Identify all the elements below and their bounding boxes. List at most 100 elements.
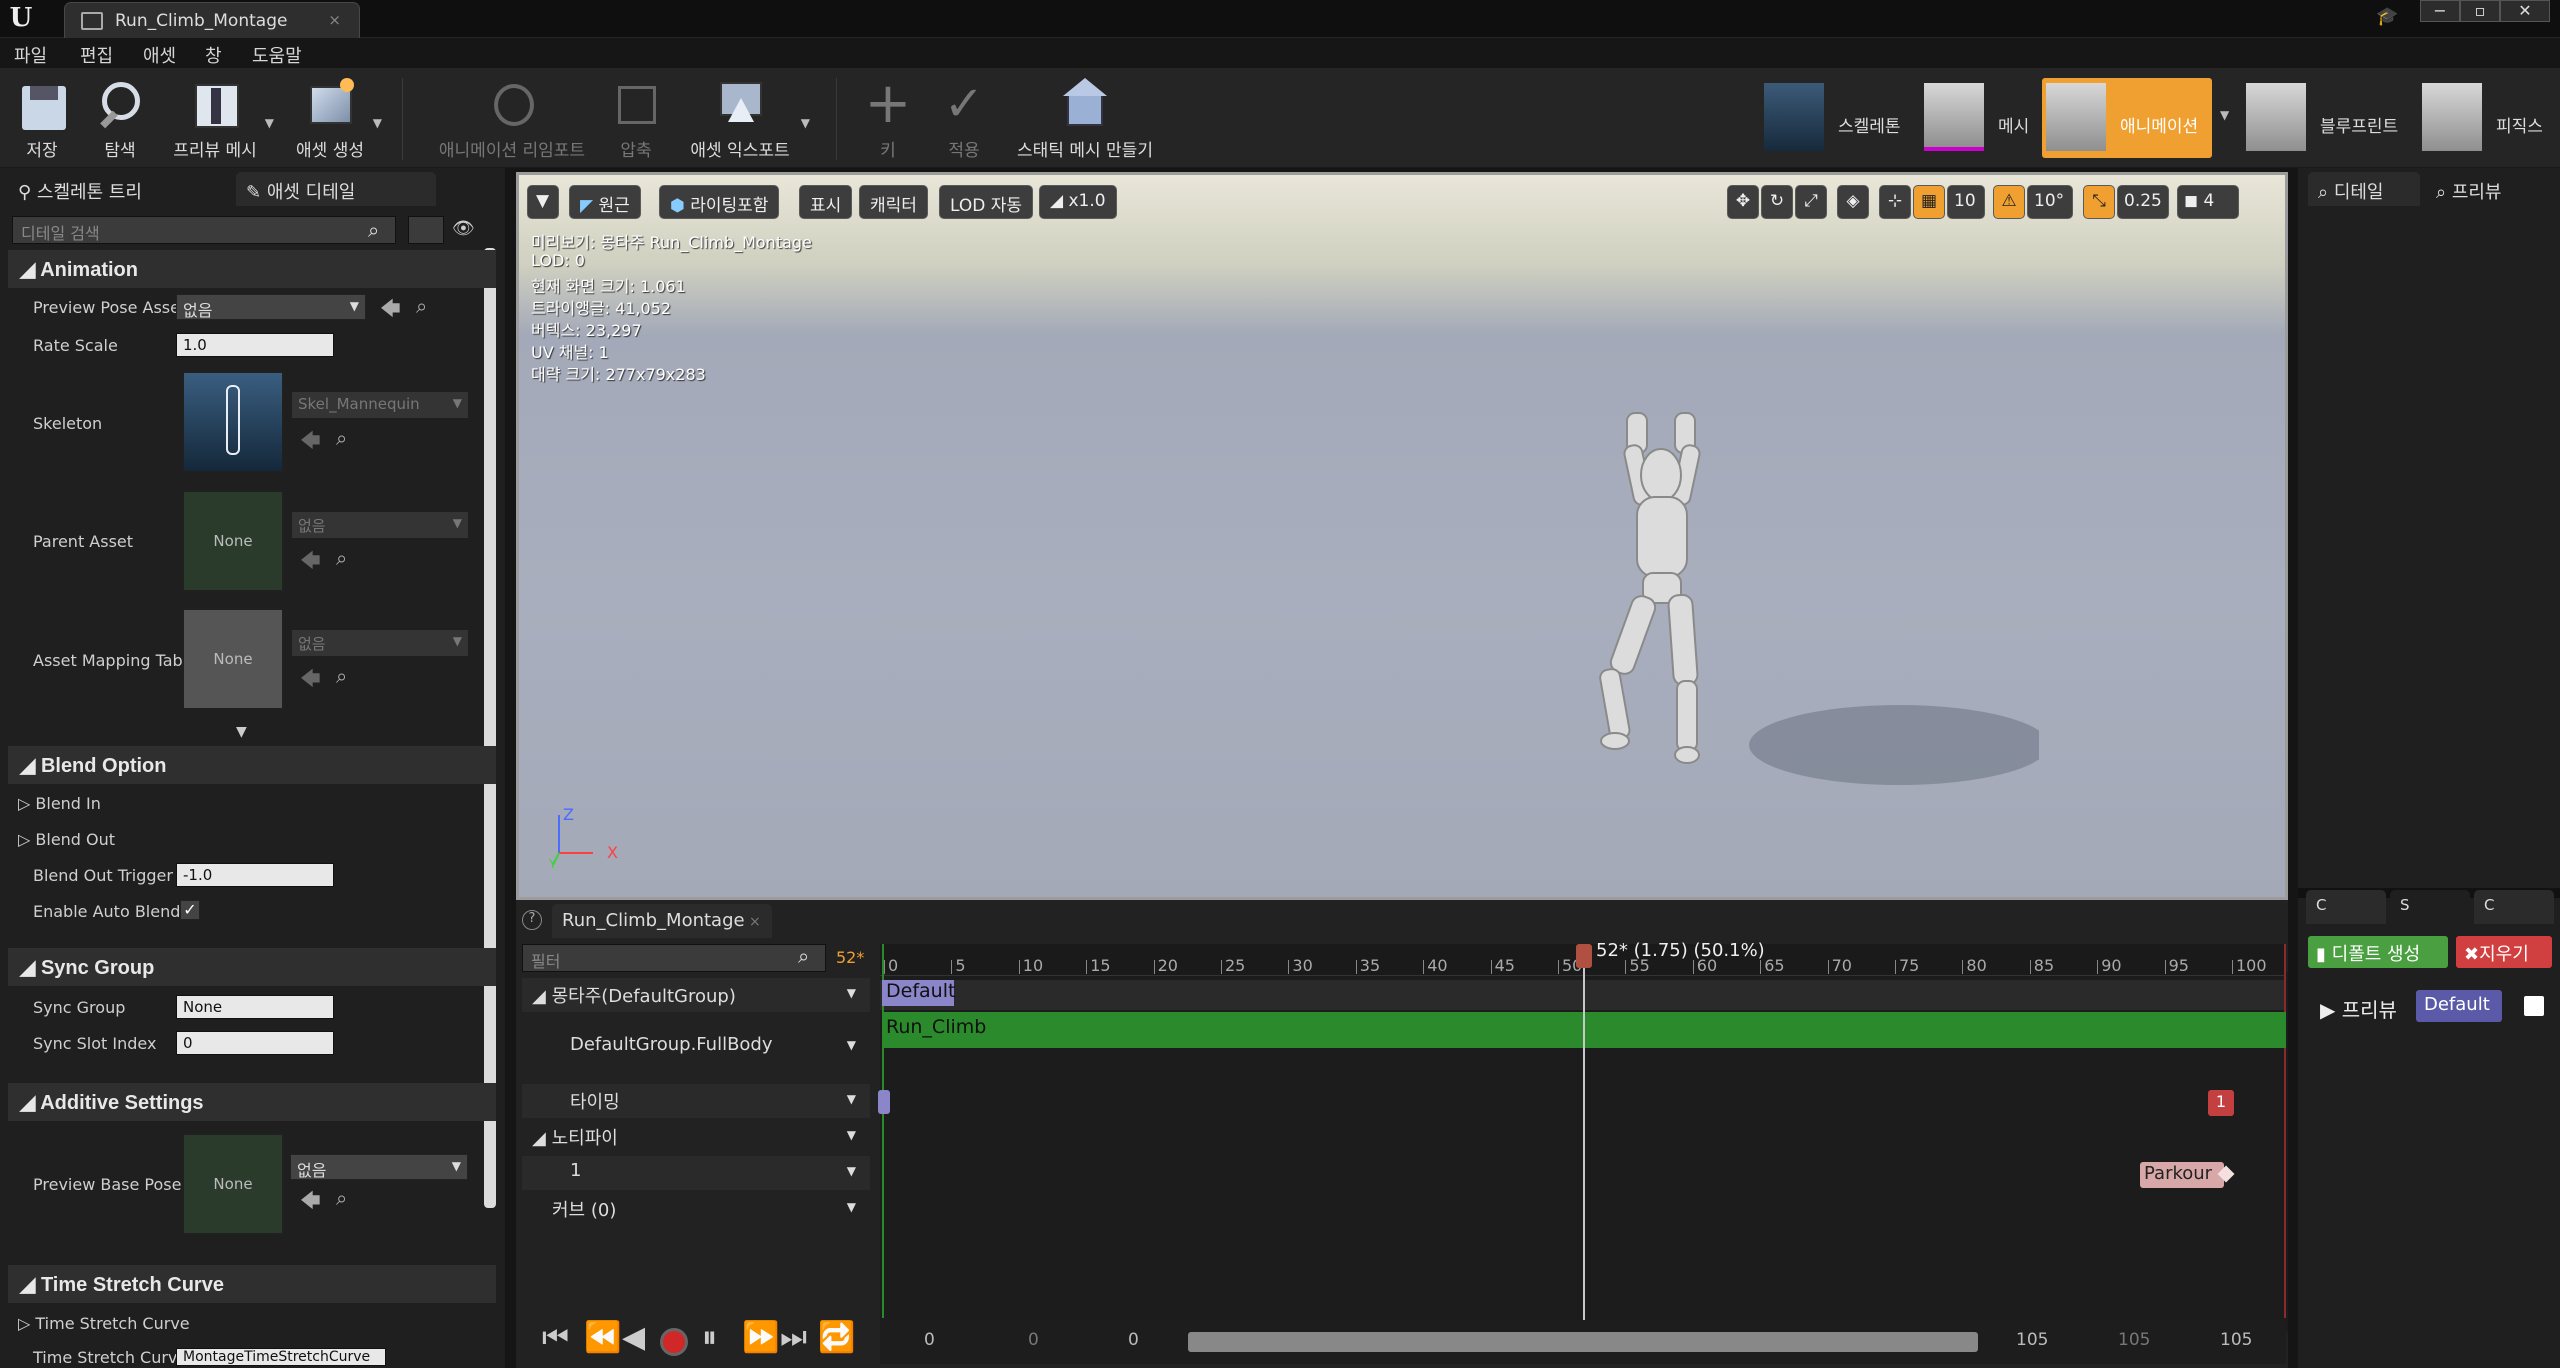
create-asset-dropdown-icon[interactable]: ▼ xyxy=(373,116,382,130)
cap-icon[interactable]: 🎓 xyxy=(2376,6,2404,28)
mode-skeleton[interactable]: 스켈레톤 xyxy=(1764,78,1901,158)
parent-asset-thumbnail[interactable]: None xyxy=(182,490,284,592)
preview-pose-dropdown[interactable]: 없음 ▼ xyxy=(176,294,366,320)
preview-toggle[interactable]: ▶ 프리뷰 xyxy=(2320,994,2397,1023)
category-additive-settings[interactable]: ◢ Additive Settings xyxy=(8,1083,496,1121)
category-sync-group[interactable]: ◢ Sync Group xyxy=(8,948,496,986)
close-tab-icon[interactable]: × xyxy=(328,11,341,29)
eye-icon[interactable]: 👁 xyxy=(452,218,475,239)
working-end-value[interactable]: 105 xyxy=(2118,1330,2150,1350)
help-icon[interactable]: ? xyxy=(522,910,542,930)
menu-asset[interactable]: 애셋 xyxy=(143,42,176,68)
menu-window[interactable]: 창 xyxy=(205,42,222,68)
expand-advanced-icon[interactable]: ▼ xyxy=(236,724,247,740)
sync-group-field[interactable]: None xyxy=(176,995,334,1019)
key-button[interactable]: + 키 xyxy=(858,76,918,162)
use-selected-arrow-icon[interactable]: 🡄 xyxy=(380,294,401,328)
auto-blend-checkbox[interactable]: ✓ xyxy=(180,900,200,920)
tab-preview[interactable]: ⌕ 프리뷰 xyxy=(2426,172,2552,206)
timeline-scrollbar[interactable] xyxy=(1188,1332,1978,1352)
export-asset-button[interactable]: 애셋 익스포트 ▼ xyxy=(686,76,810,162)
details-search-input[interactable]: 디테일 검색 xyxy=(12,216,396,244)
scale-snap-value[interactable]: 0.25 xyxy=(2117,185,2169,219)
search-icon[interactable]: ⌕ xyxy=(368,218,379,242)
browse-asset-icon[interactable]: ⌕ xyxy=(336,1186,347,1210)
minimize-button[interactable]: − xyxy=(2420,0,2460,22)
document-tab[interactable]: Run_Climb_Montage × xyxy=(64,2,360,38)
browse-button[interactable]: 탐색 xyxy=(88,76,152,162)
tab-details[interactable]: ⌕ 디테일 xyxy=(2308,172,2420,206)
parent-asset-dropdown[interactable]: 없음 ▼ xyxy=(292,512,468,538)
sync-slot-field[interactable]: 0 xyxy=(176,1031,334,1055)
montage-group-row[interactable]: ◢ 몽타주(DefaultGroup) ▼ xyxy=(522,978,870,1012)
camera-speed-button[interactable]: ◼ 4 xyxy=(2177,185,2239,219)
tab-anim-curves[interactable]: C xyxy=(2306,890,2386,924)
tab-anim-settings[interactable]: S xyxy=(2390,890,2470,924)
rotation-snap-value[interactable]: 10° xyxy=(2027,185,2073,219)
step-forward-icon[interactable]: ⏩ xyxy=(742,1320,779,1355)
montage-section-default[interactable]: Default xyxy=(882,980,955,1006)
playback-start-value[interactable]: 0 xyxy=(1128,1330,1139,1350)
time-stretch-curve-name-field[interactable]: MontageTimeStretchCurve xyxy=(176,1348,386,1366)
view-start-value[interactable]: 0 xyxy=(924,1330,935,1350)
viewport-options-button[interactable]: ▼ xyxy=(527,185,559,219)
create-asset-button[interactable]: 애셋 생성 ▼ xyxy=(292,76,382,162)
lighting-button[interactable]: ⬢ 라이팅포함 xyxy=(659,185,780,219)
scrollbar[interactable] xyxy=(484,248,496,1208)
browse-asset-icon[interactable]: ⌕ xyxy=(336,546,347,570)
show-button[interactable]: 표시 xyxy=(799,185,853,219)
playback-end-value[interactable]: 105 xyxy=(2016,1330,2048,1350)
record-button[interactable] xyxy=(660,1328,688,1356)
mode-blueprint[interactable]: 블루프린트 xyxy=(2246,78,2410,158)
category-animation[interactable]: ◢ Animation xyxy=(8,250,496,288)
rotation-snap-icon[interactable]: ⚠ xyxy=(1993,185,2025,219)
use-selected-arrow-icon[interactable]: 🡄 xyxy=(300,664,321,698)
lod-button[interactable]: LOD 자동 xyxy=(939,185,1034,219)
rotate-tool-icon[interactable]: ↻ xyxy=(1761,185,1793,219)
notify-parkour[interactable]: Parkour xyxy=(2140,1162,2235,1188)
working-start-value[interactable]: 0 xyxy=(1028,1330,1039,1350)
browse-asset-icon[interactable]: ⌕ xyxy=(336,664,347,688)
grid-snap-icon[interactable]: ▦ xyxy=(1913,185,1945,219)
menu-edit[interactable]: 편집 xyxy=(80,42,113,68)
menu-file[interactable]: 파일 xyxy=(14,42,47,68)
mode-dropdown-icon[interactable]: ▼ xyxy=(2220,108,2229,122)
blend-out-row[interactable]: ▷ Blend Out xyxy=(18,830,115,849)
perspective-button[interactable]: ◤ 원근 xyxy=(569,185,641,219)
grid-snap-value[interactable]: 10 xyxy=(1947,185,1985,219)
blend-out-trigger-field[interactable]: -1.0 xyxy=(176,863,334,887)
export-dropdown-icon[interactable]: ▼ xyxy=(801,116,810,130)
scale-tool-icon[interactable]: ⤢ xyxy=(1795,185,1827,219)
reimport-button[interactable]: 애니메이션 리임포트 xyxy=(432,76,592,162)
coordinate-space-icon[interactable]: ◈ xyxy=(1837,185,1869,219)
step-back-icon[interactable]: ⏪ xyxy=(584,1320,621,1355)
browse-asset-icon[interactable]: ⌕ xyxy=(336,426,347,450)
category-blend-option[interactable]: ◢ Blend Option xyxy=(8,746,496,784)
view-options-button[interactable] xyxy=(408,216,444,244)
slot-row[interactable]: DefaultGroup.FullBody ▼ xyxy=(522,1030,870,1064)
category-time-stretch-curve[interactable]: ◢ Time Stretch Curve xyxy=(8,1265,496,1303)
timing-row[interactable]: 타이밍 ▼ xyxy=(522,1084,870,1118)
tab-asset-details[interactable]: ✎ 애셋 디테일 xyxy=(236,172,436,206)
tab-skeleton-tree[interactable]: ⚲ 스켈레톤 트리 xyxy=(8,172,230,206)
timeline-filter-input[interactable]: 필터 xyxy=(522,944,826,972)
use-selected-arrow-icon[interactable]: 🡄 xyxy=(300,426,321,460)
play-reverse-icon[interactable]: ◀ xyxy=(622,1320,645,1355)
playback-speed-button[interactable]: ◢ x1.0 xyxy=(1039,185,1117,219)
preview-mesh-dropdown-icon[interactable]: ▼ xyxy=(265,116,274,130)
preview-base-pose-dropdown[interactable]: 없음 ▼ xyxy=(290,1154,468,1180)
translate-tool-icon[interactable]: ✥ xyxy=(1727,185,1759,219)
menu-help[interactable]: 도움말 xyxy=(252,42,302,68)
preview-base-pose-thumbnail[interactable]: None xyxy=(182,1133,284,1235)
view-end-value[interactable]: 105 xyxy=(2220,1330,2252,1350)
tab-anim-curves-2[interactable]: C xyxy=(2474,890,2554,924)
time-stretch-curve-row[interactable]: ▷ Time Stretch Curve xyxy=(18,1314,190,1333)
close-window-button[interactable]: ✕ xyxy=(2500,0,2550,22)
browse-asset-icon[interactable]: ⌕ xyxy=(416,294,427,318)
curves-row[interactable]: 커브 (0) ▼ xyxy=(522,1192,870,1226)
apply-button[interactable]: ✓ 적용 xyxy=(934,76,994,162)
preview-checkbox[interactable] xyxy=(2524,996,2544,1016)
timing-marker-start[interactable] xyxy=(878,1090,890,1114)
skip-to-start-icon[interactable]: ⏮ xyxy=(542,1320,569,1355)
maximize-button[interactable]: ▫ xyxy=(2460,0,2500,22)
